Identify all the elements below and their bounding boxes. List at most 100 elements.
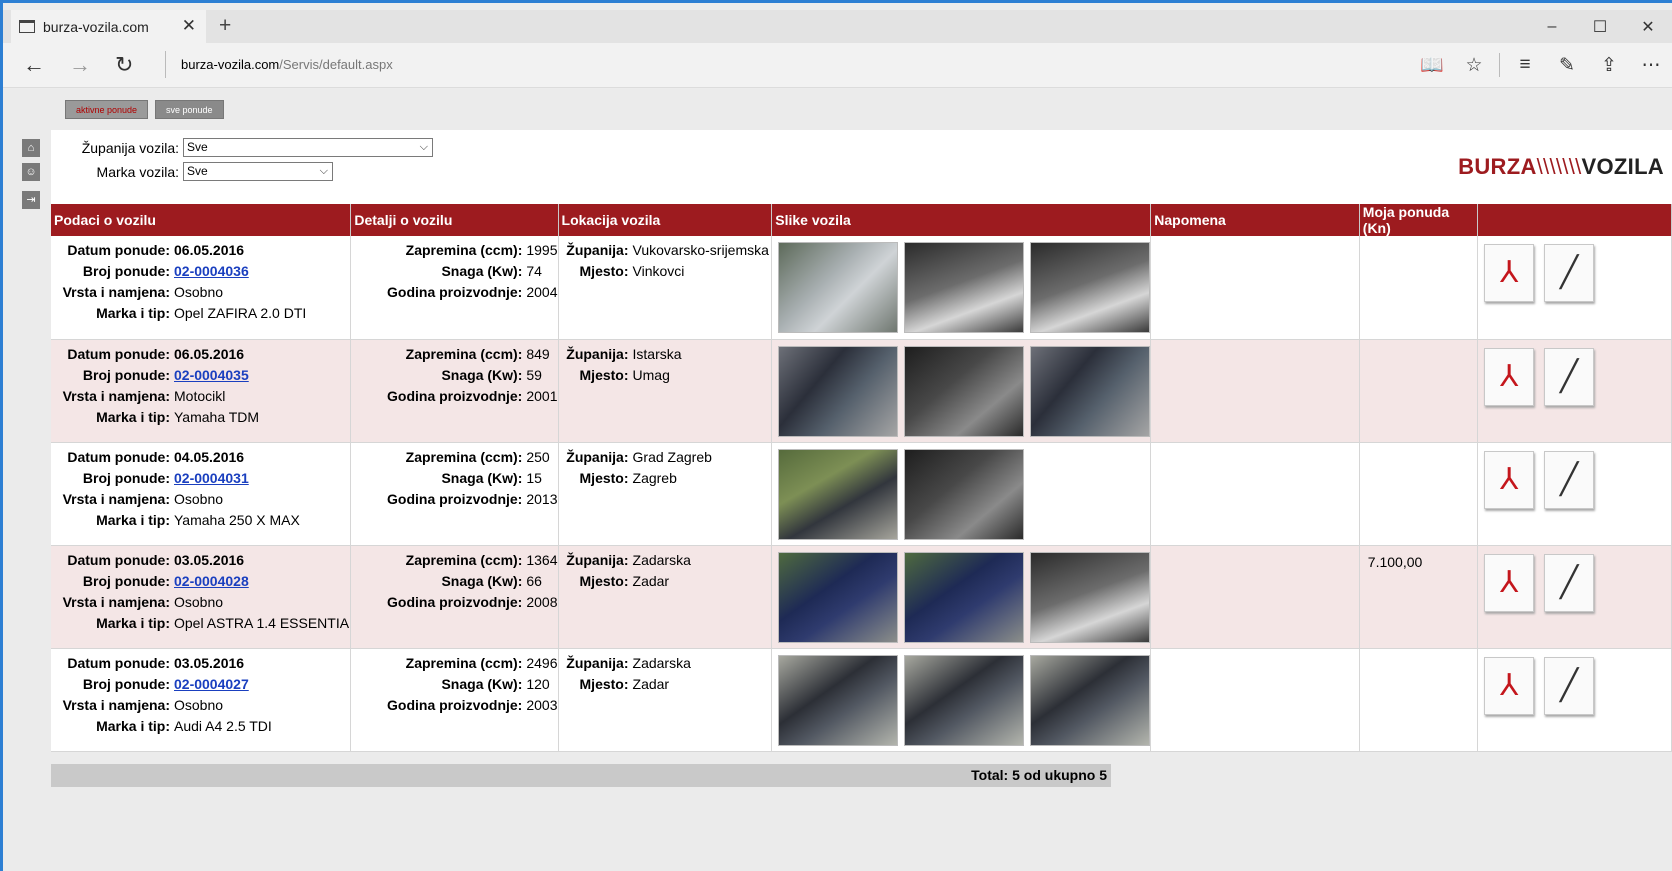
offer-number-link[interactable]: 02-0004035: [174, 365, 249, 386]
vehicle-photo[interactable]: [778, 654, 899, 746]
pdf-document-icon[interactable]: ⅄: [1484, 450, 1535, 509]
pdf-document-icon[interactable]: ⅄: [1484, 656, 1535, 715]
label-datum: Datum ponude:: [67, 448, 170, 465]
cell-napomena: [1150, 442, 1360, 546]
maximize-button[interactable]: ☐: [1576, 17, 1624, 37]
table-row: Datum ponude: 06.05.2016 Broj ponude: 02-0…: [51, 236, 1672, 340]
edit-offer-icon[interactable]: ╱: [1544, 347, 1595, 406]
more-icon[interactable]: ⋯: [1630, 54, 1672, 77]
label-datum: Datum ponude:: [67, 345, 170, 362]
offer-number-link[interactable]: 02-0004031: [174, 468, 249, 489]
label-mjesto: Mjesto:: [579, 366, 629, 383]
home-icon[interactable]: ⌂: [22, 139, 40, 157]
mjesto-value: Umag: [632, 366, 670, 383]
cell-slike: [771, 648, 1152, 752]
url-field[interactable]: burza-vozila.com/Servis/default.aspx: [181, 57, 393, 72]
pdf-document-icon[interactable]: ⅄: [1484, 244, 1535, 302]
minimize-button[interactable]: –: [1528, 18, 1576, 36]
cell-podaci: Datum ponude: 03.05.2016 Broj ponude: 02-0…: [51, 648, 352, 752]
vehicle-photo[interactable]: [904, 242, 1025, 333]
forward-arrow-icon[interactable]: →: [69, 52, 91, 78]
new-tab-icon[interactable]: +: [219, 14, 231, 38]
logout-icon[interactable]: ⇥: [22, 191, 40, 209]
vehicle-photo[interactable]: [778, 551, 899, 643]
user-icon[interactable]: ☺: [22, 163, 40, 181]
label-marka: Marka i tip:: [96, 614, 170, 631]
tab-title: burza-vozila.com: [43, 18, 149, 35]
header-napomena[interactable]: Napomena: [1150, 204, 1360, 236]
label-broj: Broj ponude:: [82, 572, 170, 589]
sve-ponude-button[interactable]: sve ponude: [155, 100, 224, 119]
edit-offer-icon[interactable]: ╱: [1544, 656, 1595, 715]
vehicle-photo[interactable]: [904, 551, 1025, 643]
cell-detalji: Zapremina (ccm): 1995 Snaga (Kw): 74 Godin…: [350, 236, 559, 340]
browser-window: burza-vozila.com ✕ + – ☐ ✕ ← → ↻ burza-v…: [0, 0, 1672, 871]
favorite-star-icon[interactable]: ☆: [1453, 54, 1495, 77]
header-moja-ponuda[interactable]: Moja ponuda (Kn): [1359, 204, 1479, 236]
vrsta-value: Osobno: [174, 593, 224, 610]
share-icon[interactable]: ⇪: [1588, 54, 1630, 77]
vehicle-photo[interactable]: [1030, 551, 1151, 643]
label-marka: Marka i tip:: [96, 408, 170, 425]
edit-offer-icon[interactable]: ╱: [1544, 244, 1595, 302]
label-vrsta: Vrsta i namjena:: [62, 696, 170, 713]
pdf-document-icon[interactable]: ⅄: [1484, 553, 1535, 612]
zapremina-value: 250: [526, 448, 550, 465]
header-detalji[interactable]: Detalji o vozilu: [350, 204, 559, 236]
reading-view-icon[interactable]: 📖: [1411, 53, 1453, 77]
header-lokacija[interactable]: Lokacija vozila: [558, 204, 773, 236]
cell-slike: [771, 442, 1152, 546]
edit-offer-icon[interactable]: ╱: [1544, 450, 1595, 509]
vehicle-photo[interactable]: [1030, 345, 1151, 437]
godina-value: 2013: [526, 490, 558, 507]
cell-lokacija: Županija: Vukovarsko-srijemska Mjesto: Vin…: [558, 236, 773, 340]
aktivne-ponude-button[interactable]: aktivne ponude: [65, 100, 149, 119]
label-broj: Broj ponude:: [82, 366, 170, 383]
napomena-value: [1151, 340, 1359, 348]
hub-icon[interactable]: ≡: [1504, 54, 1546, 76]
logo-burza: BURZA: [1458, 154, 1537, 179]
moja-ponuda-value: [1360, 340, 1477, 348]
cell-detalji: Zapremina (ccm): 849 Snaga (Kw): 59 Godina…: [350, 339, 559, 443]
close-window-button[interactable]: ✕: [1624, 17, 1672, 37]
edit-offer-icon[interactable]: ╱: [1544, 553, 1595, 612]
header-podaci[interactable]: Podaci o vozilu: [51, 204, 352, 236]
vehicle-photo[interactable]: [904, 345, 1025, 437]
label-marka: Marka i tip:: [96, 717, 170, 734]
vehicle-photo[interactable]: [778, 242, 899, 333]
label-snaga: Snaga (Kw):: [441, 469, 523, 486]
label-datum: Datum ponude:: [67, 654, 170, 671]
zupanija-value: Zadarska: [632, 654, 691, 671]
offer-number-link[interactable]: 02-0004027: [174, 674, 249, 695]
browser-tab[interactable]: burza-vozila.com ✕: [11, 10, 206, 43]
mjesto-value: Zagreb: [632, 469, 677, 486]
vrsta-value: Osobno: [174, 696, 224, 713]
header-slike[interactable]: Slike vozila: [771, 204, 1152, 236]
tab-bar: burza-vozila.com ✕ + – ☐ ✕: [3, 10, 1672, 43]
marka-select[interactable]: Sve ⌵: [183, 162, 333, 181]
close-tab-icon[interactable]: ✕: [182, 16, 196, 36]
cell-slike: [771, 339, 1152, 443]
back-arrow-icon[interactable]: ←: [23, 52, 45, 78]
vehicle-photo[interactable]: [1030, 242, 1151, 333]
mjesto-value: Zadar: [632, 675, 670, 692]
offer-number-link[interactable]: 02-0004028: [174, 571, 249, 592]
zupanija-select[interactable]: Sve ⌵: [183, 138, 433, 157]
marka-label: Marka vozila:: [96, 163, 179, 180]
vehicle-photo[interactable]: [904, 654, 1025, 746]
web-note-icon[interactable]: ✎: [1546, 54, 1588, 77]
label-snaga: Snaga (Kw):: [441, 572, 523, 589]
zupanija-value: Zadarska: [632, 551, 691, 568]
label-mjesto: Mjesto:: [579, 263, 629, 279]
vehicle-photo[interactable]: [1030, 654, 1151, 746]
vehicle-photo[interactable]: [778, 345, 899, 437]
label-snaga: Snaga (Kw):: [441, 263, 523, 279]
vehicle-photo[interactable]: [904, 448, 1025, 540]
refresh-icon[interactable]: ↻: [115, 52, 133, 78]
label-datum: Datum ponude:: [67, 242, 170, 258]
offer-number-link[interactable]: 02-0004036: [174, 261, 249, 282]
label-zapremina: Zapremina (ccm):: [405, 345, 523, 362]
vehicle-photo[interactable]: [778, 448, 899, 540]
pdf-document-icon[interactable]: ⅄: [1484, 347, 1535, 406]
godina-value: 2004: [526, 284, 558, 300]
